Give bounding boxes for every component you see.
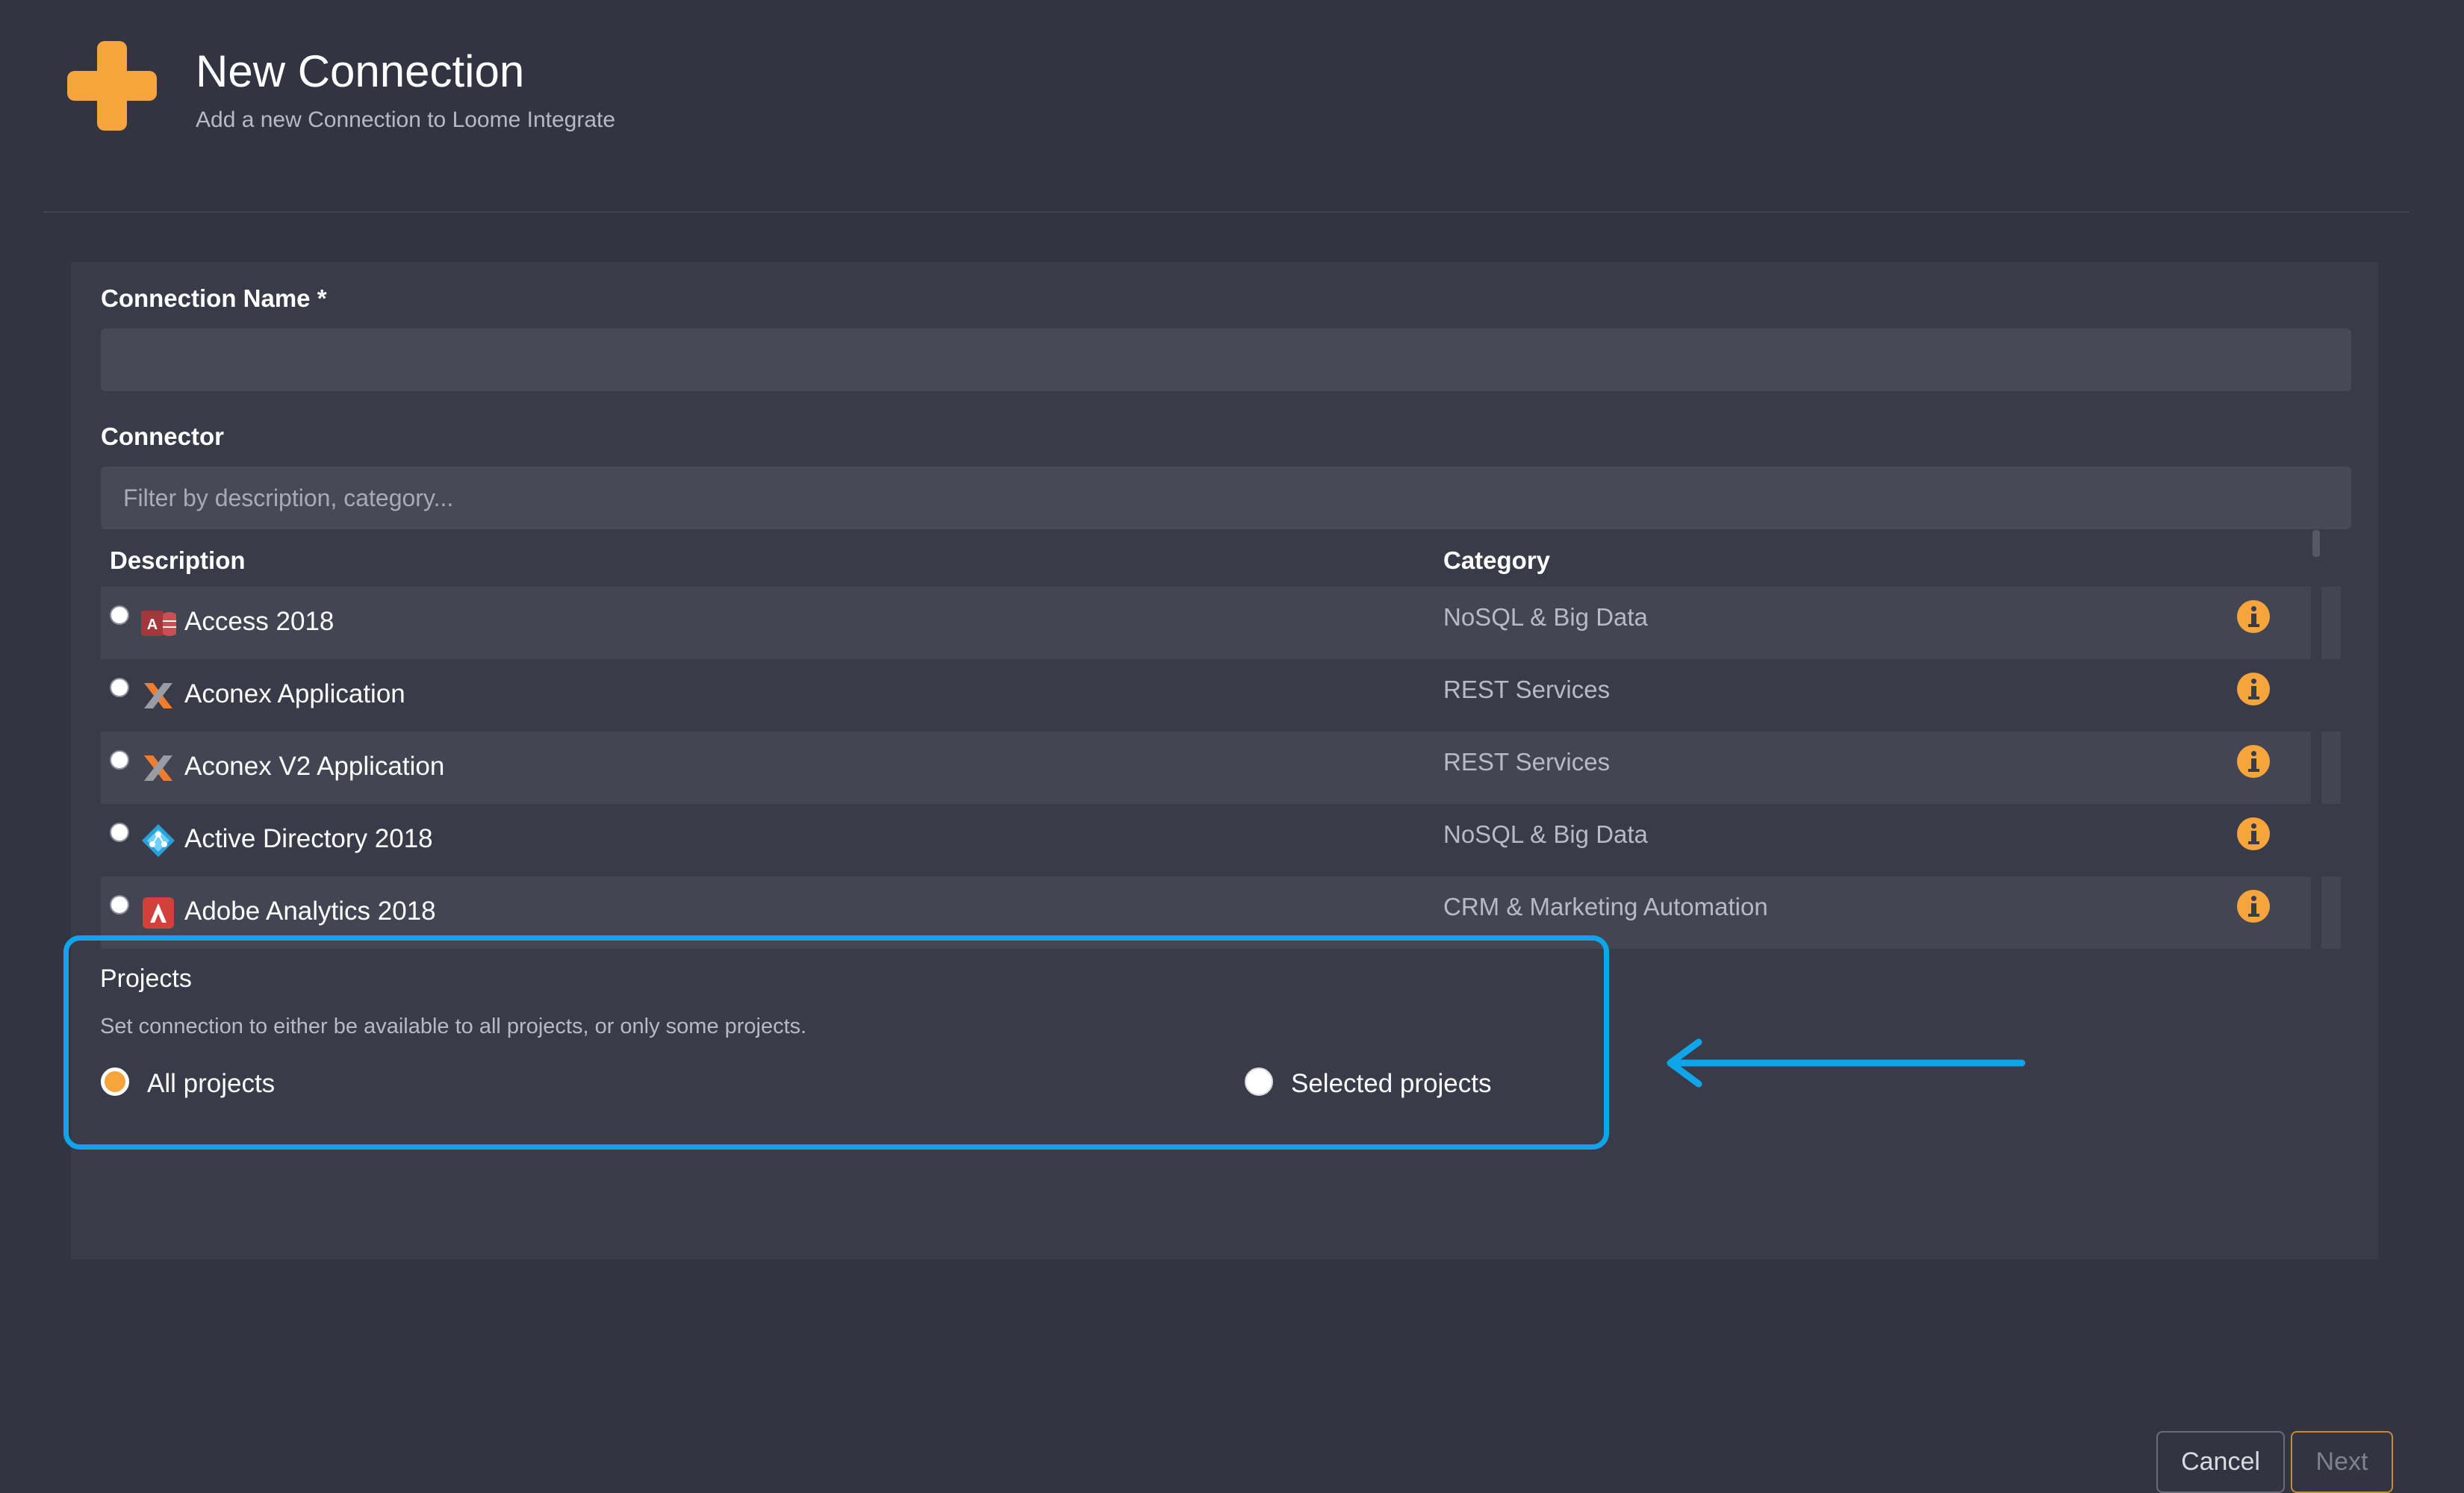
connector-filter-input[interactable] <box>101 467 2351 529</box>
connector-category: NoSQL & Big Data <box>1443 603 1648 631</box>
connector-radio[interactable] <box>110 750 129 770</box>
page-subtitle: Add a new Connection to Loome Integrate <box>196 107 616 132</box>
plus-icon <box>67 41 157 131</box>
connector-description: Aconex V2 Application <box>184 752 445 781</box>
adobe-icon <box>143 897 174 929</box>
info-icon[interactable] <box>2237 890 2270 923</box>
connector-table-scrollbar[interactable] <box>2311 530 2321 1168</box>
scrollbar-thumb[interactable] <box>2312 530 2320 557</box>
table-row[interactable]: Active Directory 2018 NoSQL & Big Data <box>101 804 2341 876</box>
connection-name-label: Connection Name * <box>101 284 327 312</box>
connector-radio[interactable] <box>110 605 129 625</box>
header-divider <box>43 211 2409 213</box>
connector-category: CRM & Marketing Automation <box>1443 893 1768 920</box>
page-title: New Connection <box>196 46 525 96</box>
connector-description: Adobe Analytics 2018 <box>184 897 436 926</box>
connector-category: REST Services <box>1443 676 1611 703</box>
info-icon[interactable] <box>2237 817 2270 850</box>
cancel-button[interactable]: Cancel <box>2156 1431 2285 1493</box>
connector-table-header: Description Category <box>101 530 2341 587</box>
projects-highlight-box <box>63 935 1609 1150</box>
connector-category: REST Services <box>1443 748 1611 776</box>
projects-title: Projects <box>100 964 192 993</box>
all-projects-label[interactable]: All projects <box>147 1069 275 1099</box>
arrow-left-icon <box>1667 1038 2026 1088</box>
connector-radio[interactable] <box>110 678 129 697</box>
all-projects-radio[interactable] <box>101 1067 129 1096</box>
connector-label: Connector <box>101 423 224 450</box>
page-header: New Connection Add a new Connection to L… <box>0 0 2464 213</box>
info-icon[interactable] <box>2237 673 2270 705</box>
table-row[interactable]: Aconex V2 Application REST Services <box>101 732 2341 804</box>
column-header-category[interactable]: Category <box>1443 546 1550 575</box>
connection-name-input[interactable] <box>101 328 2351 391</box>
aconex-icon <box>144 683 172 708</box>
svg-text:A: A <box>147 617 158 633</box>
column-header-description[interactable]: Description <box>110 546 246 575</box>
connector-category: NoSQL & Big Data <box>1443 820 1648 848</box>
table-row[interactable]: Aconex Application REST Services <box>101 659 2341 732</box>
info-icon[interactable] <box>2237 600 2270 633</box>
connector-description: Access 2018 <box>184 607 335 636</box>
active-directory-icon <box>142 824 175 857</box>
access-icon: A <box>141 611 176 636</box>
selected-projects-label[interactable]: Selected projects <box>1291 1069 1491 1099</box>
selected-projects-radio[interactable] <box>1245 1067 1273 1096</box>
table-row[interactable]: A Access 2018 NoSQL & Big Data <box>101 587 2341 659</box>
connector-radio[interactable] <box>110 895 129 914</box>
connector-description: Aconex Application <box>184 679 405 708</box>
connector-description: Active Directory 2018 <box>184 824 433 853</box>
info-icon[interactable] <box>2237 745 2270 778</box>
aconex-icon <box>144 755 172 781</box>
projects-description: Set connection to either be available to… <box>100 1014 807 1038</box>
connector-radio[interactable] <box>110 823 129 842</box>
next-button[interactable]: Next <box>2291 1431 2393 1493</box>
